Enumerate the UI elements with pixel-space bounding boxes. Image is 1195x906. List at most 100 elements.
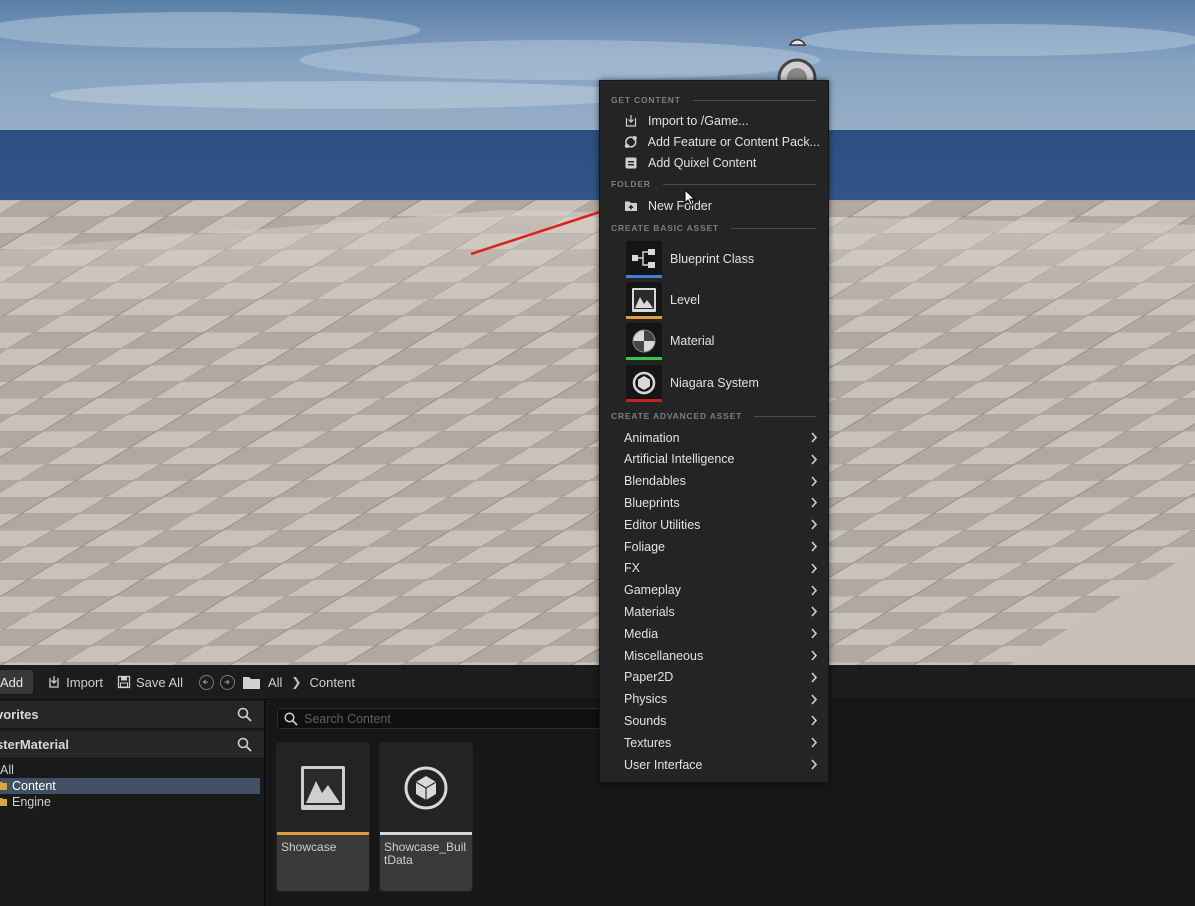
submenu-label: Physics: [624, 692, 668, 707]
submenu-media[interactable]: Media: [624, 623, 820, 644]
submenu-label: Foliage: [624, 539, 665, 554]
submenu-label: Artificial Intelligence: [624, 452, 735, 467]
section-label: FOLDER: [611, 179, 651, 189]
menu-item-level[interactable]: Level: [626, 281, 820, 319]
submenu-label: Materials: [624, 604, 675, 619]
project-label: sterMaterial: [0, 737, 69, 752]
folder-icon: [242, 676, 260, 689]
search-icon[interactable]: [237, 737, 252, 752]
sources-panel: vorites sterMaterial All Content Engine: [0, 701, 266, 906]
data-asset-icon: [404, 766, 448, 809]
submenu-label: Animation: [624, 430, 680, 445]
arrow-right-icon: [224, 679, 230, 684]
submenu-label: Paper2D: [624, 670, 674, 685]
forward-button[interactable]: [219, 674, 235, 690]
tree-item-content[interactable]: Content: [0, 778, 260, 794]
menu-item-new-folder[interactable]: New Folder: [624, 196, 820, 216]
submenu-artificial-intelligence[interactable]: Artificial Intelligence: [624, 449, 820, 470]
menu-item-label: Level: [670, 293, 700, 307]
folder-icon: [0, 798, 7, 806]
menu-item-label: Add Feature or Content Pack...: [647, 135, 820, 149]
new-folder-icon: [625, 201, 637, 211]
chevron-right-icon: [811, 694, 818, 705]
asset-thumbnail: [626, 323, 662, 360]
menu-item-label: Import to /Game...: [648, 114, 749, 128]
asset-color-bar: [626, 399, 662, 402]
menu-item-add-feature-pack[interactable]: Add Feature or Content Pack...: [624, 132, 820, 152]
menu-item-label: Add Quixel Content: [648, 156, 757, 170]
submenu-label: User Interface: [624, 757, 703, 772]
add-button[interactable]: Add: [0, 670, 34, 694]
submenu-blueprints[interactable]: Blueprints: [624, 492, 820, 513]
asset-thumbnail: [277, 743, 369, 832]
add-button-label: Add: [0, 674, 24, 690]
submenu-animation[interactable]: Animation: [624, 427, 820, 448]
section-label: CREATE ADVANCED ASSET: [611, 411, 743, 421]
submenu-label: Miscellaneous: [624, 648, 704, 663]
project-header[interactable]: sterMaterial: [0, 731, 264, 759]
tree-item-engine[interactable]: Engine: [0, 794, 264, 810]
submenu-foliage[interactable]: Foliage: [624, 536, 820, 557]
menu-item-niagara-system[interactable]: Niagara System: [626, 364, 820, 402]
search-content-input[interactable]: [304, 711, 594, 726]
back-button[interactable]: [198, 674, 214, 690]
submenu-miscellaneous[interactable]: Miscellaneous: [624, 645, 820, 666]
chevron-right-icon: [811, 563, 818, 574]
material-icon: [632, 329, 656, 353]
submenu-textures[interactable]: Textures: [624, 732, 820, 753]
favorites-header[interactable]: vorites: [0, 701, 264, 729]
submenu-fx[interactable]: FX: [624, 558, 820, 579]
asset-label: Showcase_BuiltData: [380, 835, 472, 891]
save-all-button[interactable]: Save All: [117, 675, 183, 690]
menu-item-label: New Folder: [648, 199, 712, 213]
tree-item-label: All: [0, 763, 14, 777]
submenu-gameplay[interactable]: Gameplay: [624, 580, 820, 601]
submenu-materials[interactable]: Materials: [624, 601, 820, 622]
import-button[interactable]: Import: [47, 675, 103, 690]
section-get-content: GET CONTENT: [611, 94, 816, 106]
tree-item-label: Engine: [12, 795, 51, 809]
chevron-right-icon: [811, 519, 818, 530]
import-button-label: Import: [66, 674, 103, 690]
submenu-label: Sounds: [624, 713, 667, 728]
content-browser: Add Import Save All All ❯ Content vorite…: [0, 665, 1195, 906]
chevron-right-icon: [811, 585, 818, 596]
chevron-right-icon: [811, 541, 818, 552]
submenu-paper2d[interactable]: Paper2D: [624, 667, 820, 688]
chevron-right-icon: [811, 737, 818, 748]
search-icon[interactable]: [237, 707, 252, 722]
menu-item-add-quixel[interactable]: Add Quixel Content: [624, 153, 820, 173]
asset-thumbnail: [626, 282, 662, 319]
search-icon: [284, 711, 298, 726]
submenu-sounds[interactable]: Sounds: [624, 710, 820, 731]
tree-item-label: Content: [12, 779, 56, 793]
asset-color-bar: [626, 316, 662, 319]
breadcrumb-chevron-icon: ❯: [291, 675, 302, 689]
level-viewport[interactable]: [0, 0, 1195, 665]
submenu-label: Blendables: [624, 474, 686, 489]
asset-tile-showcase[interactable]: Showcase: [276, 742, 370, 892]
save-icon: [117, 675, 131, 689]
breadcrumb-all[interactable]: All: [268, 675, 282, 690]
menu-item-material[interactable]: Material: [626, 322, 820, 360]
submenu-editor-utilities[interactable]: Editor Utilities: [624, 514, 820, 535]
submenu-label: Textures: [624, 735, 672, 750]
submenu-user-interface[interactable]: User Interface: [624, 754, 820, 775]
menu-item-import[interactable]: Import to /Game...: [624, 111, 820, 131]
submenu-label: FX: [624, 561, 640, 576]
search-content-field[interactable]: [277, 708, 607, 729]
viewport-scene: [0, 0, 1195, 665]
quixel-icon: [625, 157, 637, 169]
tree-item-all[interactable]: All: [0, 762, 264, 778]
submenu-physics[interactable]: Physics: [624, 689, 820, 710]
submenu-label: Blueprints: [624, 495, 680, 510]
chevron-right-icon: [811, 672, 818, 683]
submenu-label: Editor Utilities: [624, 517, 701, 532]
submenu-label: Gameplay: [624, 583, 681, 598]
asset-tile-showcase-builtdata[interactable]: Showcase_BuiltData: [379, 742, 473, 892]
submenu-blendables[interactable]: Blendables: [624, 471, 820, 492]
asset-label: Showcase: [277, 835, 369, 891]
breadcrumb-content[interactable]: Content: [309, 675, 355, 690]
section-label: GET CONTENT: [611, 95, 681, 105]
menu-item-blueprint-class[interactable]: Blueprint Class: [626, 240, 820, 278]
